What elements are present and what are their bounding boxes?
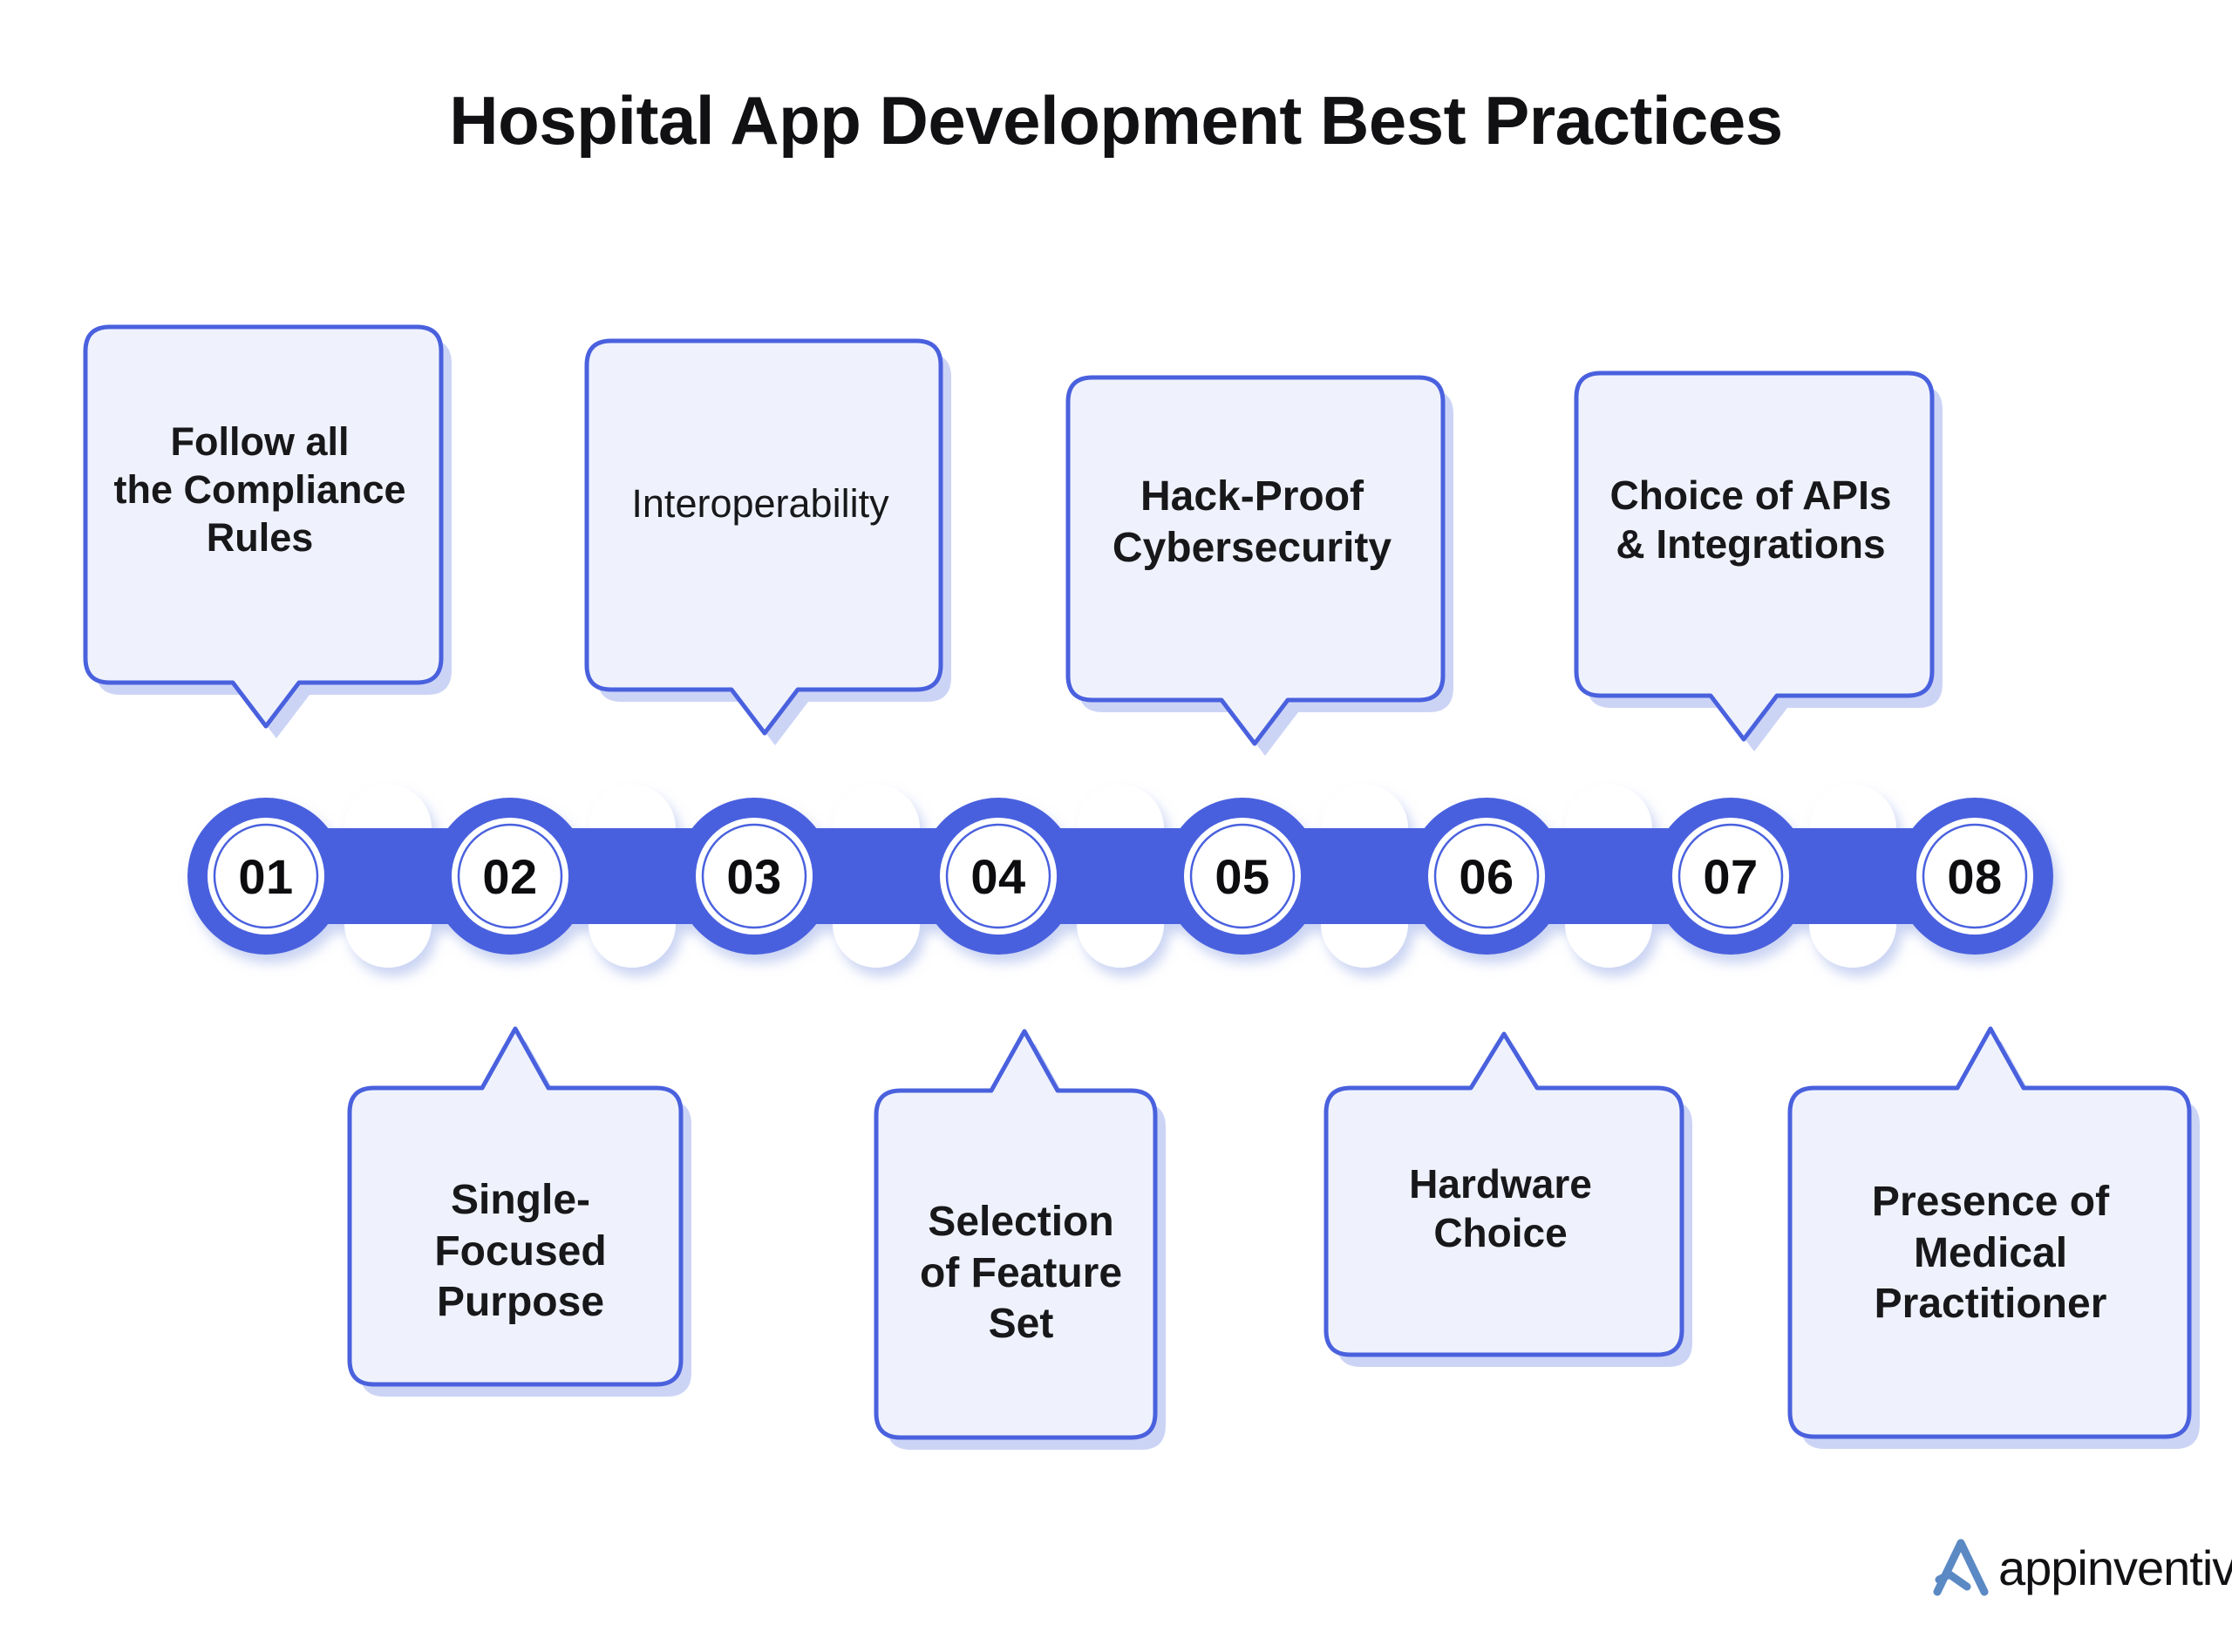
callout-top-4: Choice of APIs & Integrations (1559, 356, 1943, 751)
page-title: Hospital App Development Best Practices (449, 82, 1783, 159)
callout-bottom-4-label: Presence of Medical Practitioner (1871, 1179, 2110, 1328)
step-node-04-number: 04 (970, 849, 1026, 904)
step-node-06-number: 06 (1459, 849, 1514, 904)
callout-top-2: Interoperability (569, 323, 951, 745)
callout-bottom-2: Selection of Feature Set (859, 1012, 1183, 1465)
step-node-07-number: 07 (1703, 849, 1759, 904)
step-node-02[interactable]: 02 (423, 853, 597, 901)
callout-bottom-3-label: Hardware Choice (1409, 1161, 1592, 1256)
step-node-05-number: 05 (1215, 849, 1270, 904)
step-node-06[interactable]: 06 (1399, 853, 1574, 901)
appinventiv-a-mark-icon (1933, 1539, 1989, 1596)
step-node-07[interactable]: 07 (1643, 853, 1818, 901)
step-node-02-number: 02 (482, 849, 538, 904)
callout-bottom-1-label: Single- Focused Purpose (434, 1177, 607, 1326)
appinventiv-wordmark: appinventiv (1998, 1540, 2232, 1595)
step-node-03-number: 03 (726, 849, 782, 904)
appinventiv-logo: appinventiv (1929, 1536, 2232, 1601)
step-node-05[interactable]: 05 (1155, 853, 1330, 901)
infographic-canvas: Hospital App Development Best Practices … (0, 0, 2232, 1652)
callout-top-3: Hack-Proof Cybersecurity (1051, 360, 1453, 756)
callout-top-2-label: Interoperability (631, 481, 889, 526)
callout-bottom-3: Hardware Choice (1309, 1018, 1692, 1383)
callout-bottom-4: Presence of Medical Practitioner (1773, 1010, 2208, 1465)
callout-top-3-label: Hack-Proof Cybersecurity (1112, 473, 1392, 571)
step-node-01[interactable]: 01 (179, 853, 353, 901)
callout-top-1-label: Follow all the Compliance Rules (113, 419, 406, 560)
callout-top-4-label: Choice of APIs & Integrations (1609, 472, 1892, 568)
step-node-03[interactable]: 03 (667, 853, 841, 901)
step-node-08[interactable]: 08 (1888, 853, 2062, 901)
step-node-01-number: 01 (238, 849, 294, 904)
callout-bottom-2-label: Selection of Feature Set (919, 1199, 1123, 1348)
callout-top-1: Follow all the Compliance Rules (68, 309, 452, 738)
callout-bottom-1: Single- Focused Purpose (332, 1010, 709, 1412)
step-node-04[interactable]: 04 (911, 853, 1085, 901)
step-node-08-number: 08 (1947, 849, 2003, 904)
